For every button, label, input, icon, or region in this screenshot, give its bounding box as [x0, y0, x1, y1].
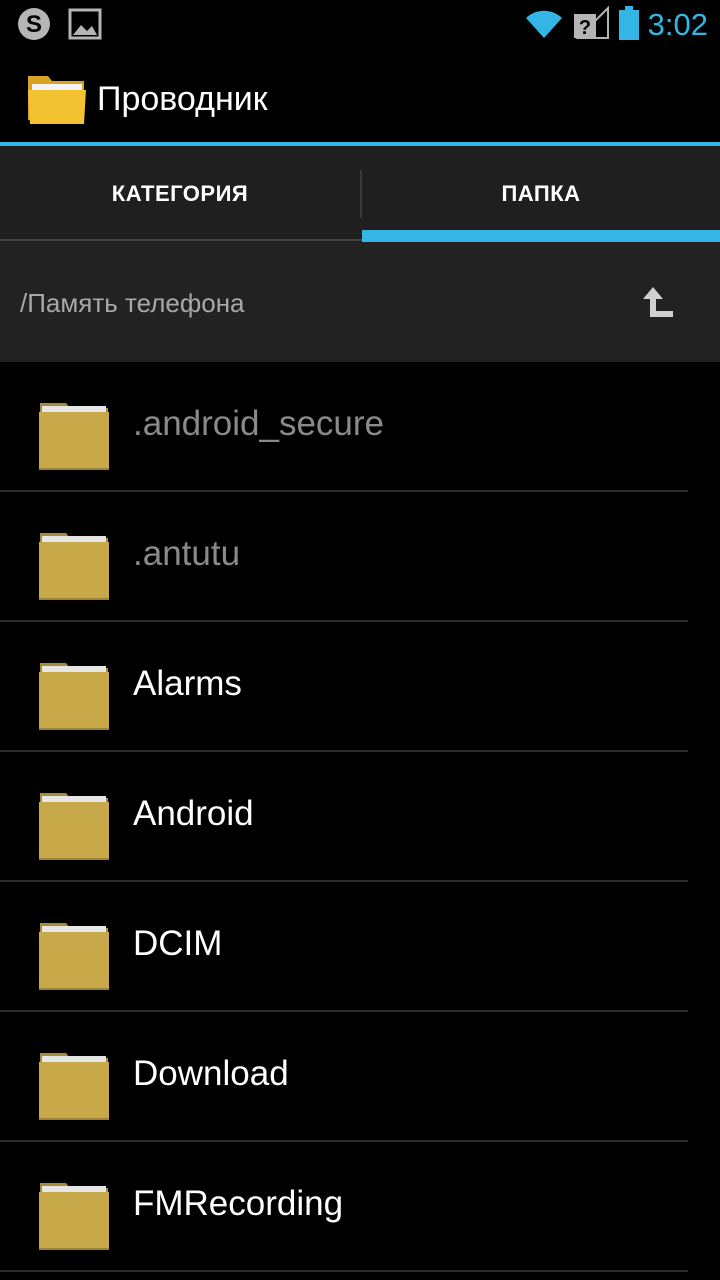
- tab-underline: [0, 239, 362, 241]
- file-name: DCIM: [133, 924, 223, 963]
- no-sim-signal-icon: ?: [572, 5, 610, 45]
- tab-folder[interactable]: ПАПКА: [362, 146, 720, 242]
- wifi-icon: [524, 6, 564, 45]
- file-list: .android_secure .antutu Alarms Android D…: [0, 362, 720, 1272]
- svg-text:S: S: [26, 11, 42, 38]
- status-bar: S ? 3:02: [0, 0, 720, 50]
- folder-icon: [38, 530, 110, 607]
- file-name: Android: [133, 794, 254, 833]
- current-path: /Память телефона: [20, 288, 245, 318]
- skype-icon: S: [16, 6, 52, 47]
- folder-icon: [38, 790, 110, 867]
- file-row[interactable]: .antutu: [0, 492, 720, 622]
- system-icons: ? 3:02: [524, 4, 708, 46]
- file-name: .android_secure: [133, 404, 384, 443]
- tab-selected-indicator: [362, 230, 720, 242]
- image-notification-icon: [68, 7, 102, 46]
- folder-icon: [38, 400, 110, 477]
- app-title: Проводник: [97, 80, 268, 118]
- svg-text:?: ?: [579, 17, 591, 39]
- app-folder-icon[interactable]: [26, 70, 88, 131]
- folder-icon: [38, 1050, 110, 1127]
- notification-area: S: [16, 6, 102, 47]
- battery-icon: [618, 5, 640, 46]
- folder-icon: [38, 660, 110, 737]
- folder-icon: [38, 1180, 110, 1257]
- up-folder-icon: [641, 285, 675, 324]
- file-name: Alarms: [133, 664, 242, 703]
- row-divider: [0, 1270, 688, 1272]
- up-folder-button[interactable]: [630, 278, 686, 330]
- file-name: FMRecording: [133, 1184, 344, 1223]
- file-row[interactable]: FMRecording: [0, 1142, 720, 1272]
- folder-icon: [38, 920, 110, 997]
- tab-category[interactable]: КАТЕГОРИЯ: [0, 146, 360, 242]
- file-row[interactable]: DCIM: [0, 882, 720, 1012]
- file-row[interactable]: Alarms: [0, 622, 720, 752]
- file-row[interactable]: Download: [0, 1012, 720, 1142]
- file-name: .antutu: [133, 534, 241, 573]
- action-bar: Проводник: [0, 50, 720, 142]
- tab-bar: КАТЕГОРИЯ ПАПКА: [0, 146, 720, 242]
- file-name: Download: [133, 1054, 289, 1093]
- file-row[interactable]: Android: [0, 752, 720, 882]
- file-row[interactable]: .android_secure: [0, 362, 720, 492]
- path-bar: /Память телефона: [0, 242, 720, 362]
- status-clock: 3:02: [647, 7, 708, 42]
